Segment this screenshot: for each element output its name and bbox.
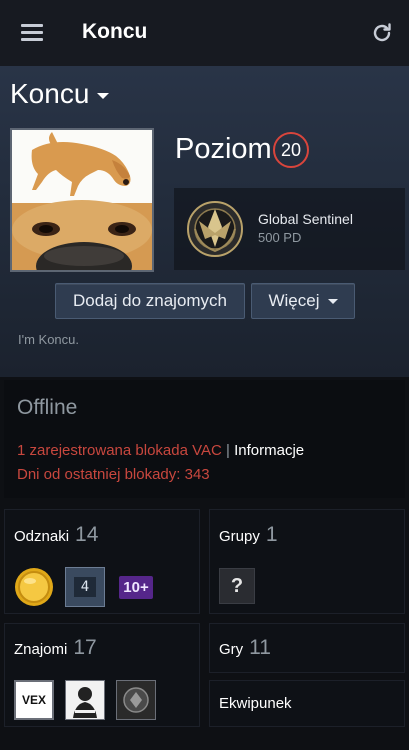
- games-header: Gry 11: [219, 636, 271, 660]
- friend-avatar-emblem[interactable]: [116, 680, 156, 720]
- vac-ban-line: 1 zarejestrowana blokada VAC | Informacj…: [17, 442, 304, 459]
- level-badge: 20: [273, 132, 309, 168]
- friend-avatar-person[interactable]: [65, 680, 105, 720]
- groups-section[interactable]: Grupy 1 ?: [209, 509, 405, 614]
- hamburger-menu-icon[interactable]: [21, 24, 43, 42]
- badge-name: Global Sentinel: [258, 211, 353, 227]
- level-label: Poziom: [175, 133, 272, 165]
- friend-vex-text: VEX: [21, 693, 46, 707]
- groups-count: 1: [265, 523, 278, 546]
- days-since-ban: Dni od ostatniej blokady: 343: [17, 466, 210, 483]
- more-button[interactable]: Więcej: [251, 283, 355, 319]
- persona-name-dropdown[interactable]: Koncu: [10, 78, 110, 110]
- avatar: [10, 128, 154, 272]
- games-count: 11: [249, 636, 271, 659]
- badge-10plus-text: 10+: [119, 575, 153, 599]
- games-section[interactable]: Gry 11: [209, 623, 405, 673]
- profile-summary: I'm Koncu.: [18, 332, 80, 347]
- global-sentinel-emblem-icon: [187, 201, 243, 257]
- page-title: Koncu: [82, 20, 148, 43]
- group-placeholder-text: ?: [230, 574, 244, 597]
- badges-section[interactable]: Odznaki 14 4 10+: [4, 509, 200, 614]
- friend-avatar-vex[interactable]: VEX: [14, 680, 54, 720]
- badges-header: Odznaki 14: [14, 523, 98, 547]
- favorite-badge[interactable]: Global Sentinel 500 PD: [174, 188, 405, 270]
- friends-count: 17: [73, 636, 97, 659]
- friends-section[interactable]: Znajomi 17 VEX: [4, 623, 200, 727]
- groups-header: Grupy 1: [219, 523, 278, 547]
- add-friend-button[interactable]: Dodaj do znajomych: [55, 283, 245, 319]
- games-label: Gry: [219, 641, 244, 658]
- online-status: Offline: [17, 396, 78, 419]
- badge-xp: 500 PD: [258, 230, 302, 245]
- refresh-icon[interactable]: [370, 21, 394, 45]
- groups-label: Grupy: [219, 528, 260, 545]
- top-bar: Koncu: [0, 0, 409, 66]
- badge-4-text: 4: [73, 577, 97, 597]
- add-friend-label: Dodaj do znajomych: [72, 291, 228, 310]
- badges-label: Odznaki: [14, 528, 70, 545]
- vac-info-link[interactable]: Informacje: [234, 442, 304, 459]
- vac-ban-text: 1 zarejestrowana blokada VAC: [17, 442, 222, 459]
- unknown-group-icon[interactable]: ?: [219, 568, 255, 604]
- ten-plus-badge-icon[interactable]: 10+: [116, 567, 156, 607]
- caret-down-icon: [327, 298, 338, 304]
- inventory-label: Ekwipunek: [219, 695, 292, 712]
- status-panel: Offline 1 zarejestrowana blokada VAC | I…: [4, 380, 405, 498]
- dog-avatar-image: [12, 130, 152, 270]
- persona-name: Koncu: [10, 78, 90, 109]
- caret-down-icon: [97, 92, 110, 99]
- gold-coin-badge-icon[interactable]: [14, 567, 54, 607]
- inventory-section[interactable]: Ekwipunek: [209, 680, 405, 727]
- separator: |: [226, 442, 230, 459]
- number-4-badge-icon[interactable]: 4: [65, 567, 105, 607]
- more-label: Więcej: [268, 291, 320, 310]
- friends-label: Znajomi: [14, 641, 68, 658]
- friends-header: Znajomi 17: [14, 636, 97, 660]
- badges-count: 14: [75, 523, 99, 546]
